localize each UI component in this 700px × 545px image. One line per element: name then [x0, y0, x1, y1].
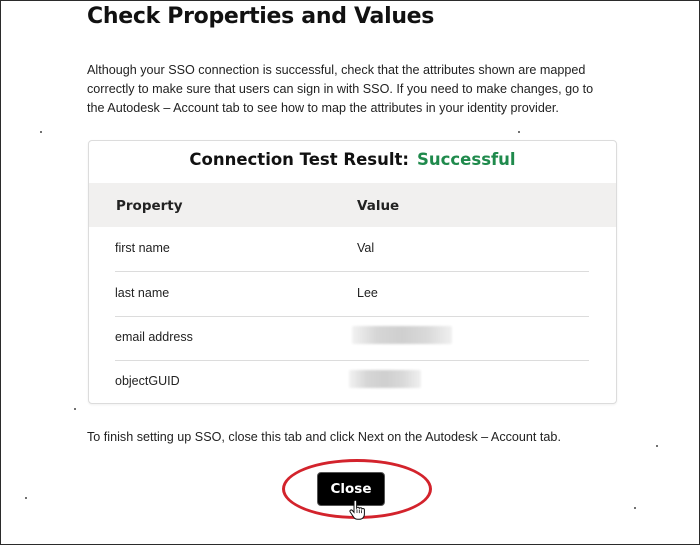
table-row: objectGUID [115, 360, 589, 403]
dust-speck [40, 131, 42, 133]
table-header: Property Value [89, 183, 616, 227]
page-title: Check Properties and Values [87, 4, 435, 29]
result-label: Connection Test Result: [189, 150, 409, 169]
dust-speck [634, 507, 636, 509]
value-cell: Lee [357, 286, 378, 300]
redacted-value [349, 370, 421, 388]
footer-instructions: To finish setting up SSO, close this tab… [87, 430, 561, 444]
dust-speck [25, 497, 27, 499]
dust-speck [518, 131, 520, 133]
dust-speck [74, 408, 76, 410]
column-header-property: Property [116, 198, 183, 214]
redacted-value [352, 326, 452, 344]
column-header-value: Value [357, 198, 400, 214]
property-cell: first name [115, 241, 170, 255]
intro-text: Although your SSO connection is successf… [87, 63, 594, 115]
dust-speck [656, 445, 658, 447]
table-row: email address [115, 316, 589, 361]
table-row: last name Lee [115, 272, 589, 317]
result-heading: Connection Test Result: Successful [89, 150, 616, 169]
property-cell: email address [115, 330, 193, 344]
connection-result-card: Connection Test Result: Successful Proper… [88, 140, 617, 404]
value-cell: Val [357, 241, 375, 255]
hand-pointer-icon [349, 499, 365, 525]
table-row: first name Val [115, 227, 589, 272]
property-cell: objectGUID [115, 374, 180, 388]
property-cell: last name [115, 286, 170, 300]
result-status: Successful [416, 150, 516, 169]
